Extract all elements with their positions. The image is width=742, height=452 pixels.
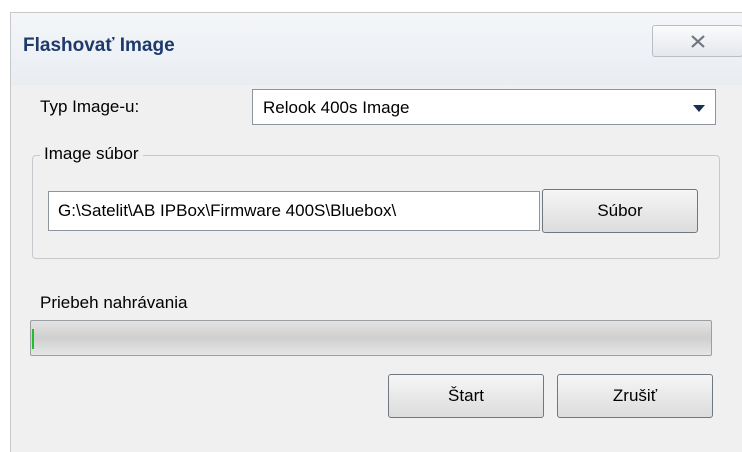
close-icon (691, 35, 705, 48)
image-path-input[interactable]: G:\Satelit\AB IPBox\Firmware 400S\Bluebo… (48, 191, 540, 231)
chevron-down-icon[interactable] (693, 105, 705, 112)
progress-fill (32, 329, 34, 349)
browse-file-button[interactable]: Súbor (542, 189, 698, 233)
dialog-title: Flashovať Image (23, 35, 175, 56)
image-file-group-label: Image súbor (40, 144, 143, 164)
close-button[interactable] (652, 25, 742, 57)
progress-label: Priebeh nahrávania (40, 293, 188, 312)
image-type-value: Relook 400s Image (263, 98, 410, 117)
title-bar: Flashovať Image (11, 13, 742, 85)
image-type-label: Typ Image-u: (40, 97, 140, 116)
upload-progress-bar (30, 320, 712, 356)
start-button[interactable]: Štart (388, 374, 544, 418)
image-type-select[interactable]: Relook 400s Image (252, 89, 716, 125)
cancel-button[interactable]: Zrušiť (557, 374, 713, 418)
